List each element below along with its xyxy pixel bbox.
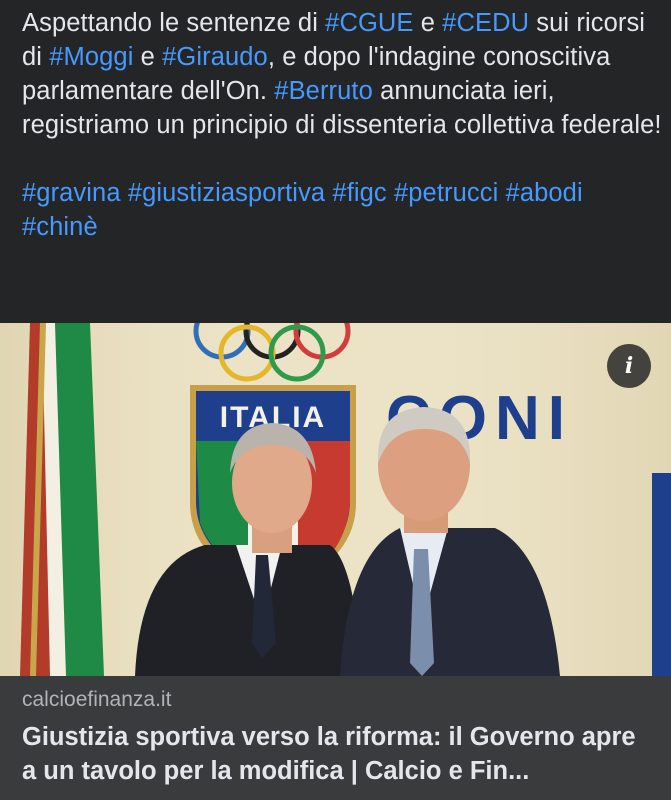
hashtag-link[interactable]: #Giraudo (162, 43, 268, 71)
link-headline[interactable]: Giustizia sportiva verso la riforma: il … (22, 720, 652, 788)
hashtag-link[interactable]: #Moggi (49, 43, 133, 71)
info-icon[interactable]: i (607, 344, 651, 388)
hashtag-link[interactable]: #chinè (22, 213, 98, 241)
post-text-segment: Aspettando le sentenze di (22, 9, 326, 37)
link-domain: calcioefinanza.it (22, 688, 172, 711)
hashtag-link[interactable]: #abodi (506, 179, 583, 207)
link-preview-card[interactable]: ITALIA CONI i calcioefinanza.it Giustizi… (0, 323, 671, 800)
hashtag-link[interactable]: #CGUE (325, 9, 413, 37)
post-text: Aspettando le sentenze di #CGUE e #CEDU … (22, 6, 662, 244)
hashtag-paragraph: #gravina #giustiziasportiva #figc #petru… (22, 176, 662, 244)
hashtag-link[interactable]: #Berruto (274, 77, 373, 105)
post-text-segment: e (413, 9, 443, 37)
hashtag-link[interactable]: #gravina (22, 179, 121, 207)
hashtag-link[interactable]: #CEDU (442, 9, 529, 37)
photo-illustration: ITALIA CONI (0, 323, 671, 676)
article-photo[interactable]: ITALIA CONI i (0, 323, 671, 676)
hashtag-link[interactable]: #giustiziasportiva (128, 179, 325, 207)
italian-flag (20, 323, 104, 676)
post-body-paragraph: Aspettando le sentenze di #CGUE e #CEDU … (22, 6, 662, 142)
hashtag-link[interactable]: #figc (332, 179, 386, 207)
link-meta[interactable]: calcioefinanza.it Giustizia sportiva ver… (0, 676, 671, 800)
hashtag-link[interactable]: #petrucci (394, 179, 498, 207)
post-text-segment: e (133, 43, 163, 71)
